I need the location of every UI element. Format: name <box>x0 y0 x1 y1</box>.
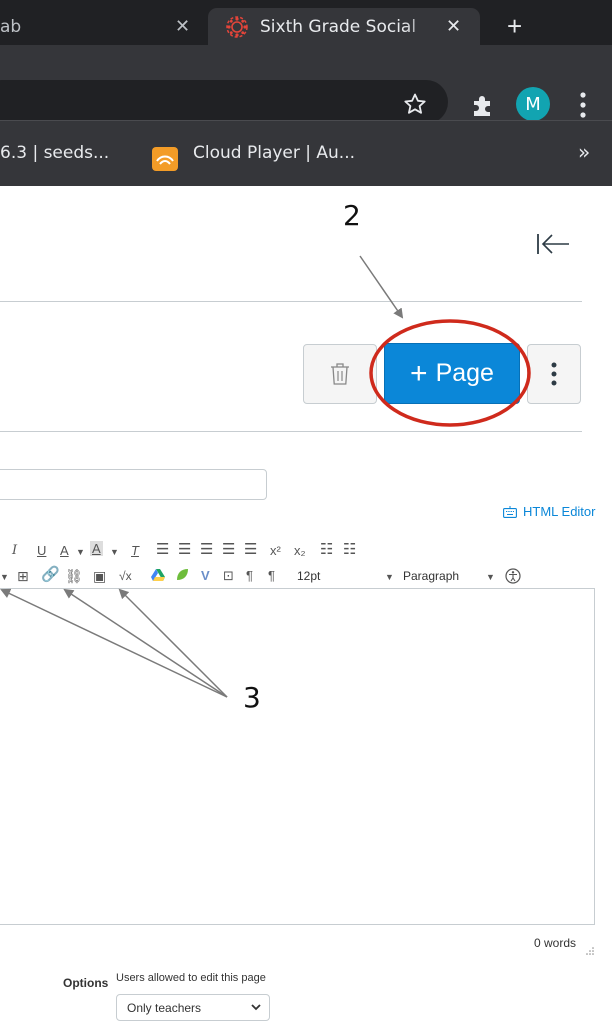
plus-icon: + <box>410 356 428 390</box>
html-editor-link[interactable]: HTML Editor <box>503 504 595 519</box>
accessibility-checker-icon[interactable] <box>505 568 521 584</box>
numbered-list-icon[interactable]: ☷ <box>343 540 356 560</box>
browser-tab-inactive[interactable]: ab ✕ <box>0 8 205 45</box>
arrow-to-page-button <box>359 255 404 319</box>
divider <box>0 301 582 302</box>
text-color-icon[interactable]: A <box>60 541 69 561</box>
browser-tabstrip: ab ✕ Sixth Grade Social ✕ + <box>0 0 612 45</box>
video-embed-icon[interactable]: ⊡ <box>223 566 234 586</box>
tab-close-icon[interactable]: ✕ <box>175 16 190 37</box>
options-description: Users allowed to edit this page <box>116 972 266 984</box>
browser-menu-icon[interactable] <box>580 92 586 118</box>
more-options-button[interactable] <box>527 344 581 404</box>
edit-permission-select[interactable]: Only teachers <box>116 994 270 1021</box>
subscript-icon[interactable]: x₂ <box>294 541 306 561</box>
add-page-label: Page <box>435 359 494 387</box>
canvas-favicon-icon <box>226 16 248 38</box>
resize-handle-icon[interactable] <box>586 947 594 955</box>
tab-close-icon[interactable]: ✕ <box>446 16 461 37</box>
italic-icon[interactable]: I <box>12 541 17 561</box>
link-icon[interactable]: 🔗 <box>41 565 60 585</box>
image-icon[interactable]: ▣ <box>93 566 106 586</box>
align-right-icon[interactable]: ☰ <box>200 540 213 560</box>
annotation-number: 2 <box>343 199 361 232</box>
address-bar[interactable] <box>0 80 448 124</box>
page-title-input[interactable] <box>0 469 267 500</box>
superscript-icon[interactable]: x² <box>270 541 281 561</box>
unlink-icon[interactable]: ⛓ <box>65 566 83 586</box>
word-count: 0 words <box>534 936 577 950</box>
chevron-down-icon[interactable]: ▼ <box>0 567 9 587</box>
highlight-color-icon[interactable]: A <box>90 541 103 556</box>
ltr-icon[interactable]: ¶ <box>246 566 253 586</box>
options-label: Options <box>63 976 109 990</box>
edit-permission-value: Only teachers <box>127 1000 202 1015</box>
rtl-icon[interactable]: ¶ <box>268 566 275 586</box>
tab-title: Sixth Grade Social <box>260 16 417 37</box>
new-tab-button[interactable]: + <box>507 8 522 45</box>
chevron-down-icon <box>251 1004 261 1011</box>
align-center-icon[interactable]: ☰ <box>178 540 191 560</box>
profile-avatar[interactable]: M <box>516 87 550 121</box>
vimeo-tool-icon[interactable]: V <box>201 566 210 586</box>
cloud-player-icon <box>152 147 178 171</box>
trash-icon <box>331 363 349 385</box>
media-icon[interactable]: ⊞ <box>17 566 29 586</box>
keyboard-icon <box>503 505 517 518</box>
chevron-down-icon[interactable]: ▼ <box>76 542 85 562</box>
bookmarks-overflow-icon[interactable]: » <box>578 140 590 164</box>
delete-button[interactable] <box>303 344 377 404</box>
bookmarks-bar: 6.3 | seeds... Cloud Player | Au... <box>0 120 612 186</box>
chevron-down-icon[interactable]: ▼ <box>486 567 495 587</box>
annotation-number: 3 <box>243 681 261 714</box>
math-equation-icon[interactable]: √x <box>119 566 132 586</box>
tab-title: ab <box>0 16 22 37</box>
browser-tab-active[interactable]: Sixth Grade Social ✕ <box>208 8 480 45</box>
kebab-menu-icon <box>551 362 557 386</box>
rich-content-editor-area[interactable] <box>0 588 595 925</box>
google-drive-icon[interactable] <box>151 569 165 581</box>
clear-formatting-icon[interactable]: T <box>131 541 139 561</box>
outdent-icon[interactable]: ☰ <box>222 540 235 560</box>
chevron-down-icon[interactable]: ▼ <box>385 567 394 587</box>
bookmark-star-icon[interactable] <box>403 92 427 116</box>
divider <box>0 431 582 432</box>
align-left-icon[interactable]: ☰ <box>156 540 169 560</box>
bookmark-item[interactable]: 6.3 | seeds... <box>0 143 109 163</box>
font-size-select[interactable]: 12pt <box>297 566 320 586</box>
collapse-sidebar-icon[interactable] <box>536 232 570 256</box>
leaf-tool-icon[interactable] <box>175 568 189 582</box>
extensions-puzzle-icon[interactable] <box>470 92 496 118</box>
add-page-button[interactable]: + Page <box>384 343 520 404</box>
block-format-select[interactable]: Paragraph <box>403 566 459 586</box>
html-editor-label: HTML Editor <box>523 504 596 519</box>
indent-icon[interactable]: ☰ <box>244 540 257 560</box>
chevron-down-icon[interactable]: ▼ <box>110 542 119 562</box>
bullet-list-icon[interactable]: ☷ <box>320 540 333 560</box>
underline-icon[interactable]: U <box>37 541 46 561</box>
bookmark-item[interactable]: Cloud Player | Au... <box>193 143 355 163</box>
